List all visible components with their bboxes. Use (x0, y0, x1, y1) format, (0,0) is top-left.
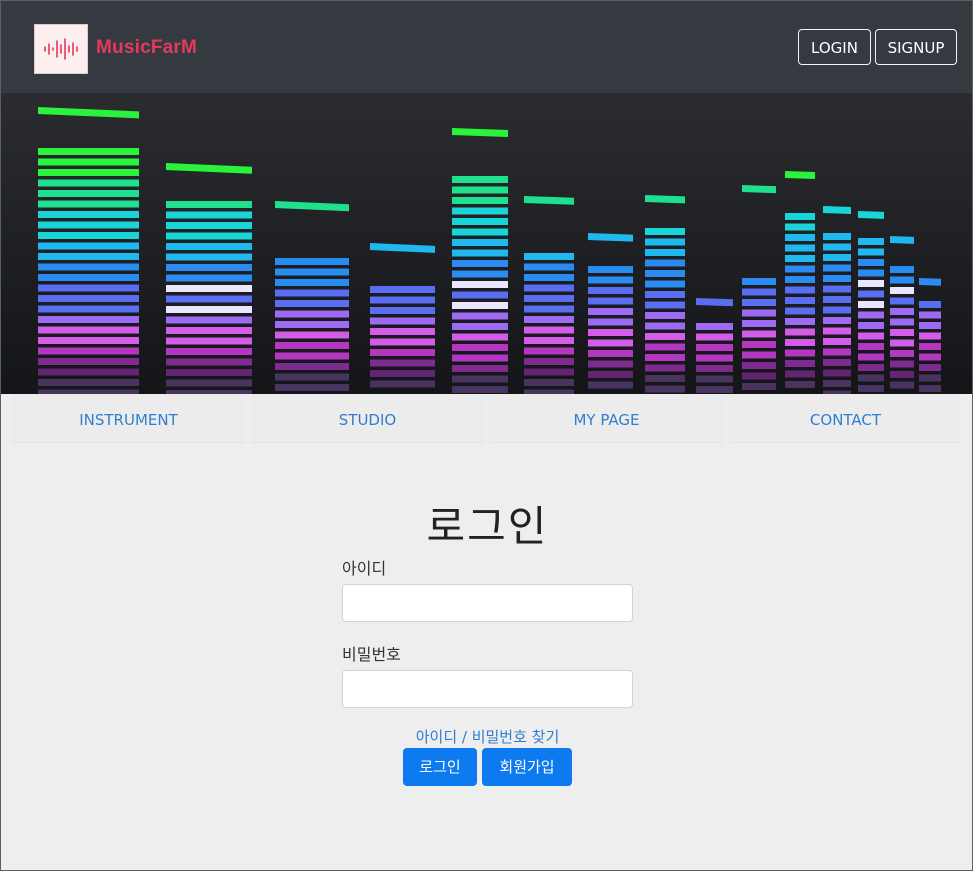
submit-login-button[interactable]: 로그인 (403, 748, 477, 786)
signup-button[interactable]: SIGNUP (875, 29, 957, 65)
top-header: MusicFarM LOGIN SIGNUP (1, 1, 972, 93)
join-button[interactable]: 회원가입 (482, 748, 572, 786)
logo[interactable] (34, 24, 88, 74)
id-label: 아이디 (342, 559, 387, 578)
nav-item-contact[interactable]: CONTACT (729, 394, 962, 443)
login-title: 로그인 (426, 502, 549, 551)
nav-item-instrument[interactable]: INSTRUMENT (12, 394, 245, 443)
sound-wave-icon (44, 38, 78, 60)
password-input[interactable] (342, 670, 633, 708)
equalizer-banner-image (1, 93, 972, 394)
nav-item-studio[interactable]: STUDIO (251, 394, 484, 443)
login-button[interactable]: LOGIN (798, 29, 871, 65)
page: MusicFarM LOGIN SIGNUP INSTRUMENT STUDIO… (0, 0, 973, 871)
brand-name[interactable]: MusicFarM (96, 37, 197, 59)
nav-item-my-page[interactable]: MY PAGE (490, 394, 723, 443)
find-id-password-link: 아이디 / 비밀번호 찾기 (1, 726, 973, 747)
id-input[interactable] (342, 584, 633, 622)
find-id-password-link-text[interactable]: 아이디 / 비밀번호 찾기 (416, 728, 560, 746)
main-nav: INSTRUMENT STUDIO MY PAGE CONTACT (12, 394, 962, 444)
password-label: 비밀번호 (342, 645, 401, 664)
